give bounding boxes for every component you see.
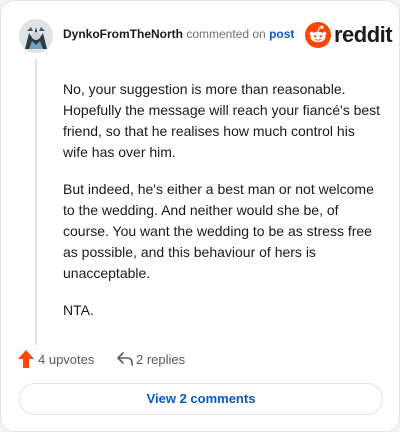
comment-paragraph: NTA. [63,302,94,318]
commented-on-text: commented on [186,27,266,41]
reddit-logo[interactable]: reddit [305,20,393,50]
reddit-wordmark: reddit [334,22,393,47]
avatar[interactable] [19,19,53,53]
comment-body: No, your suggestion is more than reasona… [63,79,381,337]
upvote-arrow-icon [18,350,34,368]
comment-meta: DynkoFromTheNorth commented on post [63,27,294,42]
upvote-count: 4 upvotes [38,352,95,367]
comment-paragraph: No, your suggestion is more than reasona… [63,81,381,160]
comment-header: DynkoFromTheNorth commented on post redd… [19,15,393,55]
replies-button[interactable]: 2 replies [116,349,226,369]
view-comments-button[interactable]: View 2 comments [19,383,383,415]
reply-count: 2 replies [136,352,186,367]
username[interactable]: DynkoFromTheNorth [63,27,183,41]
comment-actions: 4 upvotes 2 replies [17,348,317,370]
comment-card: DynkoFromTheNorth commented on post redd… [0,0,400,432]
upvote-button[interactable]: 4 upvotes [17,349,107,369]
comment-paragraph: But indeed, he's either a best man or no… [63,181,374,281]
reply-arrow-icon [117,352,133,366]
thread-line [35,59,37,345]
reddit-snoo-icon [305,22,331,48]
post-link[interactable]: post [269,27,294,41]
